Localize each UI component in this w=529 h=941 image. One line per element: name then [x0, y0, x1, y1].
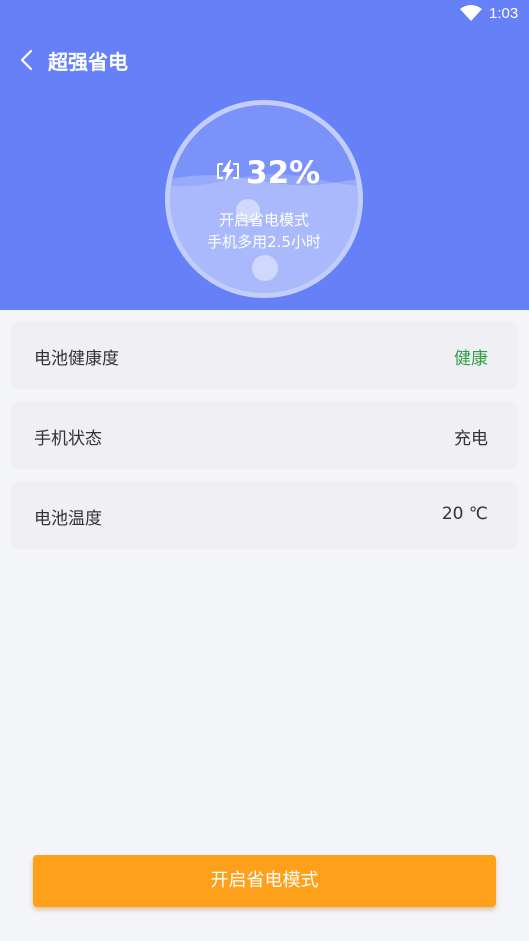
enable-power-saving-button[interactable]: 开启省电模式 — [33, 855, 496, 907]
extra-time-label: 手机多用2.5小时 — [207, 233, 321, 251]
info-card-battery-temperature: 电池温度 20 ℃ — [11, 481, 518, 549]
page-title: 超强省电 — [48, 50, 128, 74]
info-value: 20 ℃ — [441, 504, 488, 524]
info-value: 充电 — [454, 429, 488, 449]
back-button[interactable] — [14, 46, 42, 74]
status-bar: 1:03 — [0, 0, 529, 30]
status-time: 1:03 — [489, 5, 519, 22]
battery-charging-icon — [217, 160, 239, 182]
info-card-phone-status: 手机状态 充电 — [11, 401, 518, 469]
wifi-icon — [460, 5, 482, 21]
info-label: 电池温度 — [34, 509, 102, 529]
info-card-battery-health: 电池健康度 健康 — [11, 321, 518, 389]
header-panel: 1:03 超强省电 32% 开启省电模式 手机多用2.5小时 — [0, 0, 529, 310]
app-bar: 超强省电 — [0, 40, 529, 80]
info-label: 手机状态 — [34, 429, 102, 449]
battery-percent: 32% — [246, 155, 321, 191]
bubble-decoration — [252, 255, 278, 281]
battery-gauge: 32% 开启省电模式 手机多用2.5小时 — [165, 100, 363, 298]
gauge-content: 32% 开启省电模式 手机多用2.5小时 — [170, 105, 358, 293]
info-label: 电池健康度 — [34, 349, 119, 369]
info-value: 健康 — [454, 349, 488, 369]
mode-label: 开启省电模式 — [218, 211, 309, 229]
chevron-left-icon — [20, 49, 33, 71]
